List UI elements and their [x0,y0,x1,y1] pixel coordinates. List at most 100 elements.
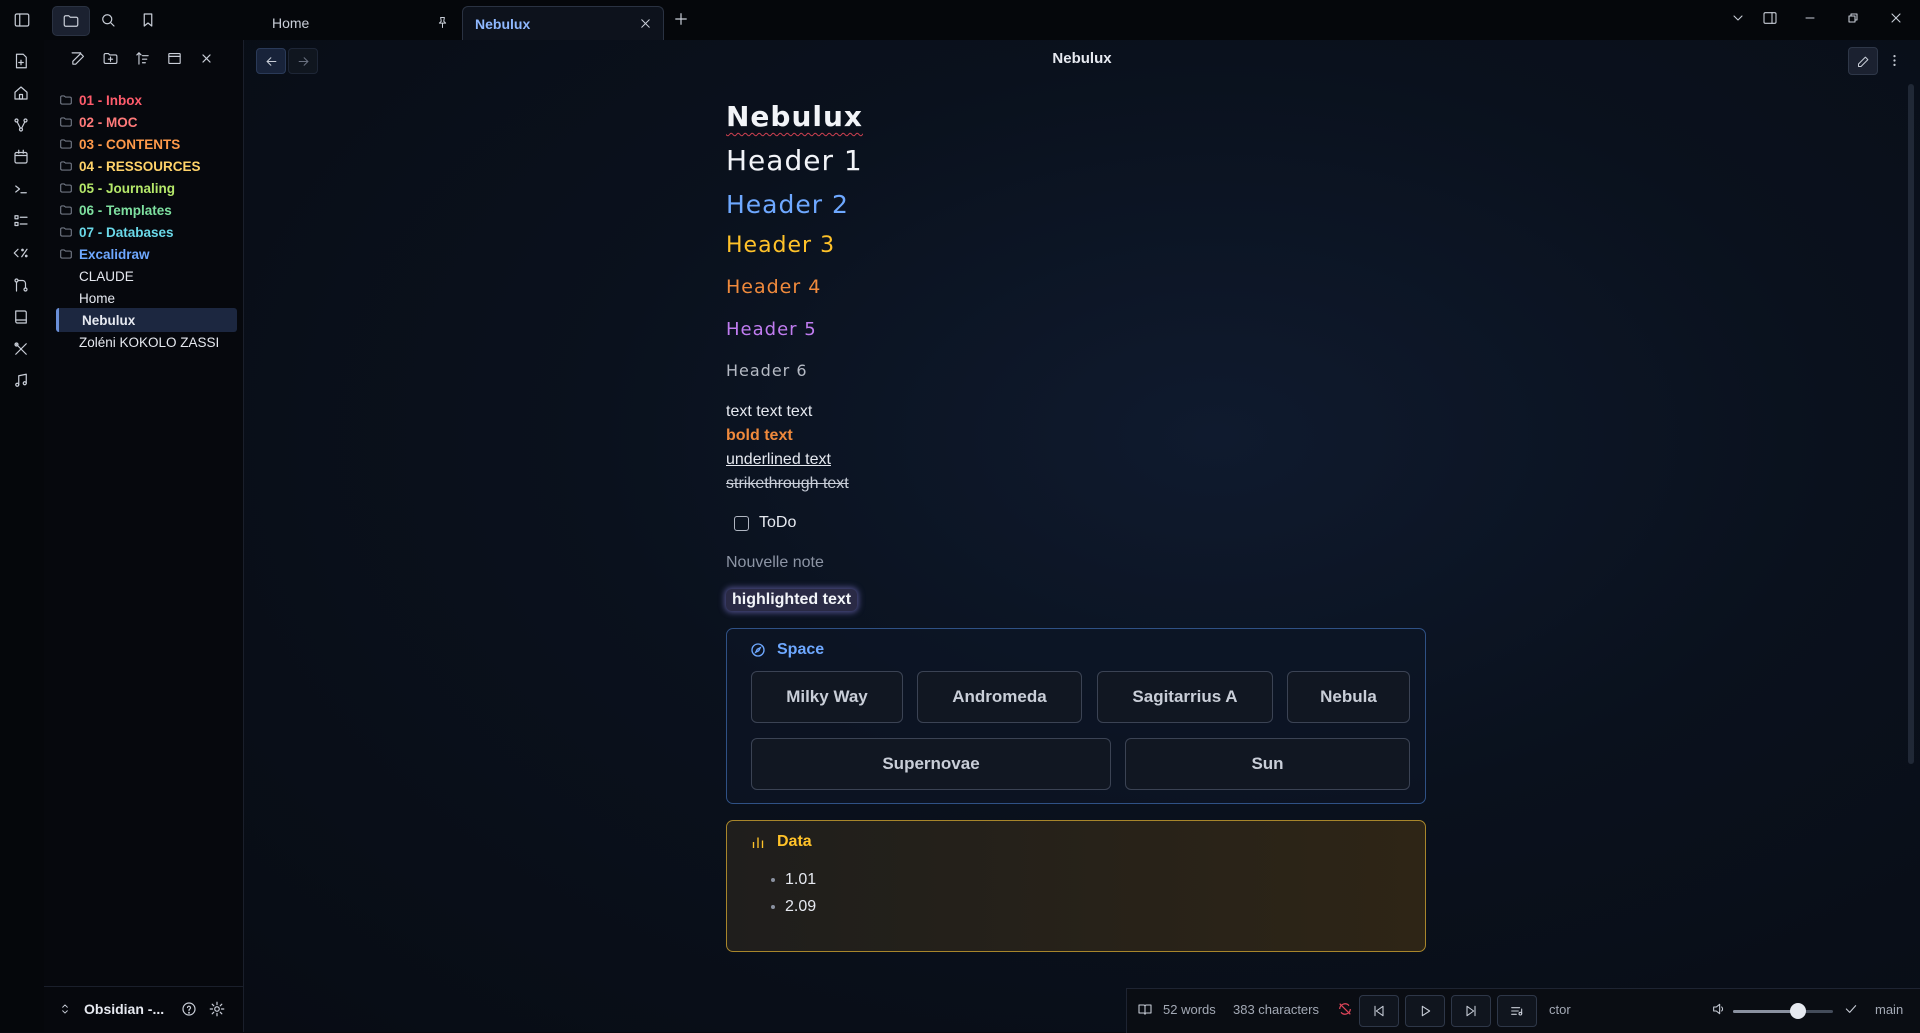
tree-item-label: Zoléni KOKOLO ZASSI [59,335,219,350]
tab-nebulux[interactable]: Nebulux [462,6,664,41]
help-icon[interactable] [180,1000,198,1018]
file-item[interactable]: Nebulux [56,308,237,332]
tab-list-button[interactable] [1730,10,1746,26]
header-2: Header 2 [726,190,849,219]
volume-slider-handle[interactable] [1790,1003,1806,1019]
reading-view-icon[interactable] [1137,1001,1153,1017]
sort-button[interactable] [134,50,151,67]
space-chip[interactable]: Nebula [1287,671,1410,723]
space-chip[interactable]: Andromeda [917,671,1082,723]
minimize-button[interactable] [1802,10,1818,26]
space-chip[interactable]: Sagitarrius A [1097,671,1273,723]
tree-item-label: 03 - CONTENTS [79,137,180,152]
space-chip[interactable]: Supernovae [751,738,1111,790]
volume-icon[interactable] [1711,1001,1727,1017]
collapse-all-button[interactable] [198,50,215,67]
vault-name[interactable]: Obsidian -... [84,1001,164,1017]
folder-item[interactable]: 03 - CONTENTS [59,132,237,156]
tree-item-label: 06 - Templates [79,203,172,218]
restore-button[interactable] [1845,10,1861,26]
search-button[interactable] [90,6,126,34]
toggle-edit-mode-button[interactable] [1848,47,1878,75]
toggle-left-sidebar-button[interactable] [4,6,40,34]
more-options-button[interactable] [1880,47,1908,73]
auto-reveal-button[interactable] [166,50,183,67]
list-item: 2.09 [771,898,816,916]
tree-item-label: Nebulux [59,313,135,328]
new-note-icon[interactable] [12,52,32,72]
tab-nebulux-label: Nebulux [463,16,530,32]
close-window-button[interactable] [1888,10,1904,26]
bookmarks-button[interactable] [130,6,166,34]
folder-icon [59,93,73,107]
terminal-icon[interactable] [12,180,32,200]
header-4: Header 4 [726,276,821,298]
folder-item[interactable]: 04 - RESSOURCES [59,154,237,178]
file-item[interactable]: Zoléni KOKOLO ZASSI [59,330,237,354]
space-chip[interactable]: Sun [1125,738,1410,790]
new-tab-button[interactable] [672,10,690,28]
view-header-title[interactable]: Nebulux [244,50,1920,67]
chevron-down-icon [1730,10,1746,26]
previous-track-button[interactable] [1359,995,1399,1027]
sync-off-icon[interactable] [1337,1001,1353,1017]
playlist-button[interactable] [1497,995,1537,1027]
tools-icon[interactable] [12,340,32,360]
track-title: ctor [1549,1002,1571,1017]
folder-item[interactable]: 06 - Templates [59,198,237,222]
editor-pane: Nebulux Nebulux Header 1 Header 2 Header… [244,40,1920,1032]
git-branch-icon[interactable] [12,276,32,296]
toggle-right-sidebar-button[interactable] [1762,10,1778,26]
home-icon[interactable] [12,84,32,104]
chevron-up-down-icon[interactable] [58,1002,72,1016]
close-tab-icon[interactable] [638,16,653,31]
folder-icon [59,225,73,239]
folder-item[interactable]: 01 - Inbox [59,88,237,112]
book-icon[interactable] [12,308,32,328]
file-explorer: 01 - Inbox 02 - MOC 03 - CONTENTS 04 - RESS… [44,40,244,1032]
header-3: Header 3 [726,233,835,258]
tree-item-label: 02 - MOC [79,115,138,130]
code-percent-icon[interactable] [12,244,32,264]
file-item[interactable]: Home [59,286,237,310]
file-explorer-button[interactable] [52,6,90,36]
todo-checkbox[interactable] [734,516,749,531]
inline-title[interactable]: Nebulux [726,100,863,133]
list-icon[interactable] [12,212,32,232]
new-folder-button[interactable] [102,50,119,67]
play-button[interactable] [1405,995,1445,1027]
search-icon [99,11,117,29]
bookmark-icon [139,11,157,29]
next-track-button[interactable] [1451,995,1491,1027]
git-branch-name[interactable]: main [1875,1002,1903,1017]
restore-icon [1845,10,1861,26]
file-item[interactable]: CLAUDE [59,264,237,288]
bar-chart-icon [749,833,777,851]
title-bar: Home Nebulux [0,0,1920,41]
pin-icon[interactable] [435,15,450,30]
tree-item-label: 04 - RESSOURCES [79,159,201,174]
underlined-text: underlined text [726,451,831,469]
calendar-icon[interactable] [12,148,32,168]
space-chip[interactable]: Milky Way [751,671,903,723]
more-vertical-icon [1887,53,1902,68]
tree-item-label: Home [59,291,115,306]
tab-home[interactable]: Home [260,6,460,40]
editor-scrollbar[interactable] [1908,84,1914,764]
music-icon[interactable] [12,372,32,392]
vault-switcher-bar: Obsidian -... [44,986,243,1033]
folder-item[interactable]: Excalidraw [59,242,237,266]
settings-gear-icon[interactable] [208,1000,226,1018]
folder-item[interactable]: 07 - Databases [59,220,237,244]
ribbon [0,40,45,1032]
new-note-button[interactable] [70,50,87,67]
graph-icon[interactable] [12,116,32,136]
character-count: 383 characters [1233,1002,1319,1017]
volume-slider[interactable] [1733,1010,1833,1013]
internal-link-unresolved[interactable]: Nouvelle note [726,554,824,572]
bullet-dot [771,905,775,909]
folder-item[interactable]: 02 - MOC [59,110,237,134]
todo-item: ToDo [734,514,796,532]
folder-item[interactable]: 05 - Journaling [59,176,237,200]
tree-item-label: CLAUDE [59,269,134,284]
